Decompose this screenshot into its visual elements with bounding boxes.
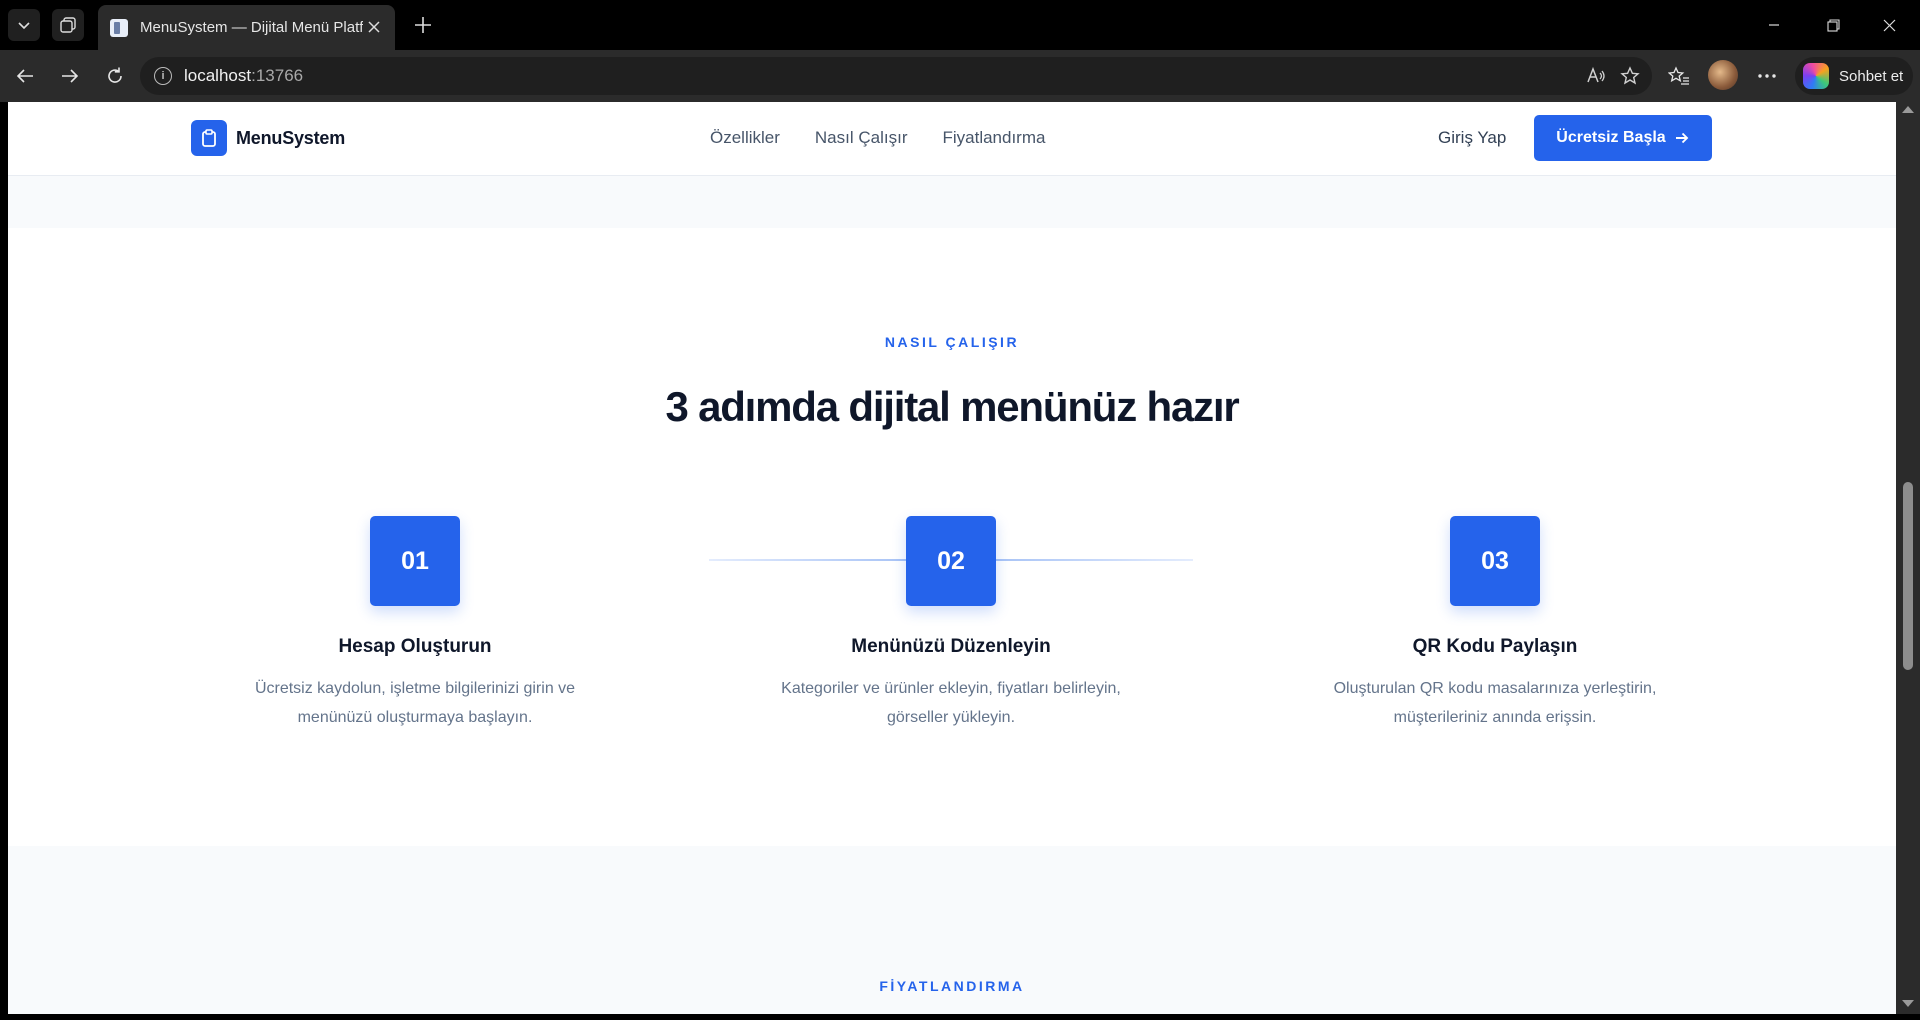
step-title: QR Kodu Paylaşın — [1412, 636, 1578, 657]
clipboard-icon — [191, 120, 227, 156]
step-card: 03 QR Kodu Paylaşın Oluşturulan QR kodu … — [1285, 516, 1705, 732]
workspaces-button[interactable] — [52, 9, 84, 41]
copilot-chat-button[interactable]: Sohbet et — [1795, 57, 1913, 95]
nav-link-features[interactable]: Özellikler — [710, 128, 780, 148]
info-icon[interactable]: i — [154, 67, 172, 85]
arrow-left-icon — [16, 69, 33, 83]
step-description-line: Kategoriler ve ürünler ekleyin, fiyatlar… — [781, 680, 1121, 697]
workspaces-icon — [60, 17, 76, 33]
more-button[interactable] — [1752, 61, 1782, 91]
step-title: Menünüzü Düzenleyin — [851, 636, 1051, 657]
plus-icon — [415, 17, 431, 33]
step-number-badge: 01 — [370, 516, 460, 606]
step-description-line: görseller yükleyin. — [886, 709, 1016, 726]
step-number-badge: 02 — [906, 516, 996, 606]
login-link[interactable]: Giriş Yap — [1438, 128, 1506, 148]
star-icon — [1620, 66, 1640, 85]
page-viewport: MenuSystem Özellikler Nasıl Çalışır Fiya… — [8, 102, 1896, 1014]
minimize-button[interactable] — [1751, 10, 1797, 40]
close-icon — [368, 21, 380, 33]
url-port: :13766 — [251, 66, 304, 85]
close-icon — [1883, 19, 1895, 31]
tab-actions-button[interactable] — [8, 9, 40, 41]
step-card: 02 Menünüzü Düzenleyin Kategoriler ve ür… — [741, 516, 1161, 732]
browser-toolbar: i localhost:13766 Sohbet et — [0, 50, 1920, 102]
copilot-icon — [1803, 63, 1829, 89]
section-eyebrow: NASIL ÇALIŞIR — [884, 334, 1020, 350]
favorites-list-icon — [1668, 66, 1689, 85]
scroll-up-arrow-icon[interactable] — [1902, 106, 1914, 113]
step-card: 01 Hesap Oluşturun Ücretsiz kaydolun, iş… — [205, 516, 625, 732]
scroll-down-arrow-icon[interactable] — [1902, 1000, 1914, 1007]
favorites-button[interactable] — [1664, 61, 1694, 91]
forward-button[interactable] — [55, 61, 85, 91]
browser-tab-active[interactable]: MenuSystem — Dijital Menü Platformu — [98, 5, 395, 50]
refresh-button[interactable] — [100, 61, 130, 91]
step-number-badge: 03 — [1450, 516, 1540, 606]
tab-title: MenuSystem — Dijital Menü Platformu — [140, 19, 363, 36]
pricing-section: FİYATLANDIRMA — [8, 846, 1896, 1014]
start-free-label: Ücretsiz Başla — [1556, 129, 1666, 146]
arrow-right-icon — [62, 69, 79, 83]
profile-avatar[interactable] — [1708, 60, 1738, 90]
browser-titlebar: MenuSystem — Dijital Menü Platformu — [0, 0, 1920, 50]
nav-link-pricing[interactable]: Fiyatlandırma — [942, 128, 1045, 148]
step-description-line: Ücretsiz kaydolun, işletme bilgilerinizi… — [254, 680, 576, 697]
favorite-button[interactable] — [1620, 57, 1640, 95]
brand-logo[interactable]: MenuSystem — [191, 120, 345, 156]
address-bar[interactable]: i localhost:13766 — [140, 57, 1652, 95]
page-favicon-icon — [110, 18, 128, 37]
pricing-eyebrow: FİYATLANDIRMA — [879, 978, 1025, 994]
arrow-right-icon — [1675, 132, 1689, 144]
page-scrollbar[interactable] — [1896, 102, 1920, 1014]
restore-icon — [1826, 18, 1840, 32]
chevron-down-icon — [18, 22, 30, 30]
minimize-icon — [1769, 24, 1779, 26]
step-title: Hesap Oluşturun — [338, 636, 492, 657]
close-window-button[interactable] — [1866, 10, 1912, 40]
new-tab-button[interactable] — [408, 10, 438, 40]
site-header: MenuSystem Özellikler Nasıl Çalışır Fiya… — [8, 102, 1896, 176]
more-icon — [1758, 74, 1776, 78]
brand-name: MenuSystem — [236, 127, 346, 148]
refresh-icon — [108, 67, 122, 83]
scrollbar-thumb[interactable] — [1903, 482, 1913, 670]
tab-close-button[interactable] — [363, 16, 385, 39]
read-aloud-button[interactable] — [1586, 57, 1606, 95]
step-description: Oluşturulan QR kodu masalarınıza yerleşt… — [1285, 674, 1705, 732]
back-button[interactable] — [10, 61, 40, 91]
restore-button[interactable] — [1810, 10, 1856, 40]
how-it-works-section: NASIL ÇALIŞIR 3 adımda dijital menünüz h… — [8, 228, 1896, 846]
step-description: Kategoriler ve ürünler ekleyin, fiyatlar… — [741, 674, 1161, 732]
url-host: localhost — [184, 66, 252, 85]
step-description-line: Oluşturulan QR kodu masalarınıza yerleşt… — [1333, 680, 1657, 697]
main-nav: Özellikler Nasıl Çalışır Fiyatlandırma — [710, 128, 1045, 148]
read-aloud-icon — [1587, 66, 1605, 83]
copilot-label: Sohbet et — [1839, 67, 1904, 85]
step-description-line: menünüzü oluşturmaya başlayın. — [297, 709, 533, 726]
nav-link-how-it-works[interactable]: Nasıl Çalışır — [815, 128, 908, 148]
start-free-button[interactable]: Ücretsiz Başla — [1534, 115, 1712, 161]
step-description: Ücretsiz kaydolun, işletme bilgilerinizi… — [205, 674, 625, 732]
section-title: 3 adımda dijital menünüz hazır — [665, 383, 1239, 430]
step-description-line: müşterileriniz anında erişsin. — [1393, 709, 1597, 726]
